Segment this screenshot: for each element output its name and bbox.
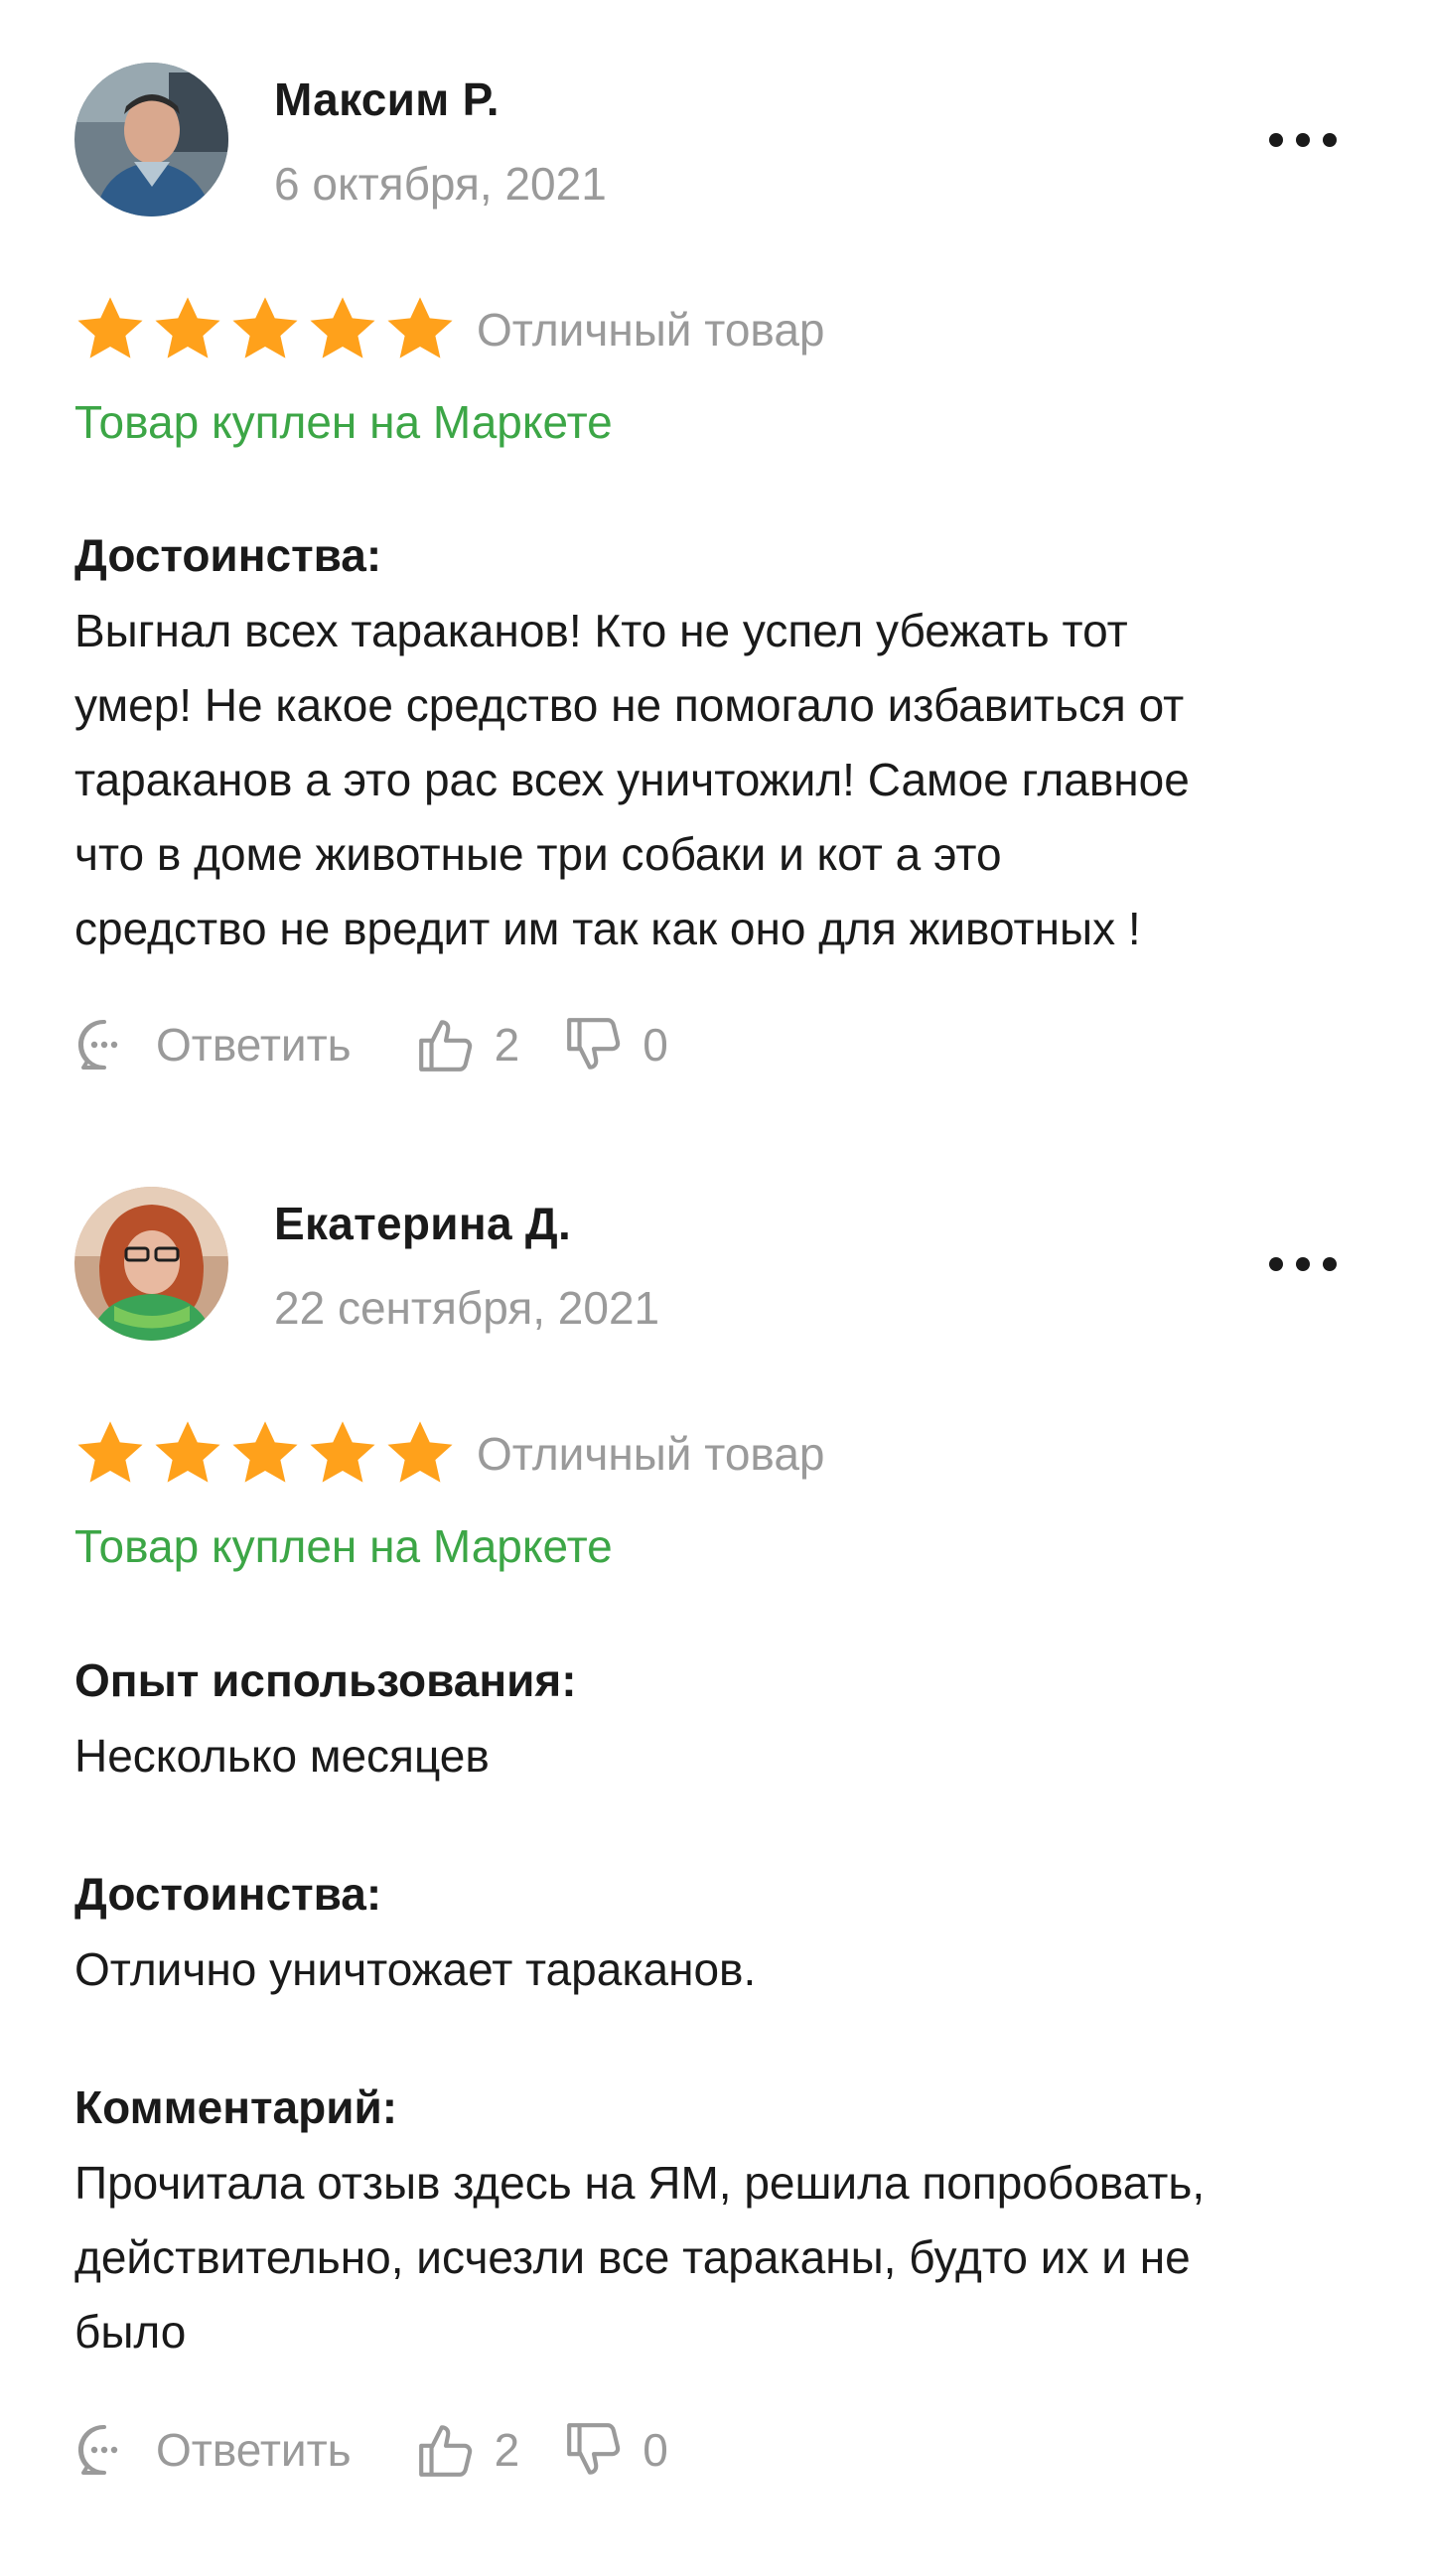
review-actions: Ответить 2 0 [74,1010,668,1079]
bought-on-market-badge: Товар куплен на Маркете [74,396,613,448]
reply-label: Ответить [156,1019,352,1071]
like-count: 2 [494,2424,520,2476]
bought-on-market-badge: Товар куплен на Маркете [74,1520,613,1572]
dislike-count: 0 [643,1019,668,1071]
thumbs-up-icon [418,2425,472,2477]
reply-button[interactable]: Ответить [74,2420,352,2480]
dot-icon [1269,133,1283,147]
dot-icon [1269,1257,1283,1271]
dislike-button[interactable]: 0 [563,1014,668,1075]
star-icon [310,1421,375,1483]
reply-label: Ответить [156,2424,352,2476]
star-icon [232,1421,298,1483]
section-title-comment: Комментарий: [74,2081,398,2133]
dot-icon [1323,133,1337,147]
thumbs-down-icon [567,1018,621,1070]
section-text-experience: Несколько месяцев [74,1719,1365,1793]
avatar[interactable] [74,1187,228,1341]
review-actions: Ответить 2 0 [74,2415,668,2485]
dislike-button[interactable]: 0 [563,2419,668,2481]
text-line: Несколько месяцев [74,1730,490,1782]
text-line: Прочитала отзыв здесь на ЯМ, решила попр… [74,2157,1206,2209]
thumbs-up-icon [418,1020,472,1072]
text-line: Выгнал всех тараканов! Кто не успел убеж… [74,605,1128,656]
star-icon [310,297,375,358]
star-rating [74,1419,456,1487]
thumbs-down-icon [567,2423,621,2475]
dot-icon [1296,133,1310,147]
text-line: что в доме животные три собаки и кот а э… [74,828,1002,880]
rating-text: Отличный товар [477,304,825,356]
dot-icon [1296,1257,1310,1271]
section-title-experience: Опыт использования: [74,1654,577,1706]
section-title-pros: Достоинства: [74,1868,382,1920]
text-line: действительно, исчезли все тараканы, буд… [74,2231,1191,2283]
like-count: 2 [494,1019,520,1071]
more-menu-button[interactable] [1269,1256,1337,1272]
star-icon [387,297,453,358]
section-text-comment: Прочитала отзыв здесь на ЯМ, решила попр… [74,2146,1365,2369]
text-line: средство не вредит им так как оно для жи… [74,903,1141,954]
star-icon [155,297,220,358]
reply-button[interactable]: Ответить [74,1015,352,1074]
review-date: 6 октября, 2021 [274,158,607,210]
like-button[interactable]: 2 [415,1014,520,1075]
text-line: умер! Не какое средство не помогало изба… [74,679,1185,731]
text-line: Отлично уничтожает тараканов. [74,1943,757,1995]
star-rating [74,295,456,362]
comment-icon [77,2424,118,2475]
review-date: 22 сентября, 2021 [274,1282,660,1334]
star-icon [77,297,143,358]
text-line: тараканов а это рас всех уничтожил! Само… [74,754,1190,805]
rating-text: Отличный товар [477,1428,825,1480]
more-menu-button[interactable] [1269,132,1337,148]
section-text-pros: Выгнал всех тараканов! Кто не успел убеж… [74,594,1365,966]
like-button[interactable]: 2 [415,2419,520,2481]
section-title-pros: Достоинства: [74,529,382,581]
star-icon [232,297,298,358]
dot-icon [1323,1257,1337,1271]
star-icon [77,1421,143,1483]
text-line: было [74,2306,187,2358]
author-name[interactable]: Максим Р. [274,72,500,126]
star-icon [155,1421,220,1483]
section-text-pros: Отлично уничтожает тараканов. [74,1932,1365,2007]
avatar[interactable] [74,63,228,216]
dislike-count: 0 [643,2424,668,2476]
star-icon [387,1421,453,1483]
comment-icon [77,1019,118,1070]
author-name[interactable]: Екатерина Д. [274,1197,571,1250]
